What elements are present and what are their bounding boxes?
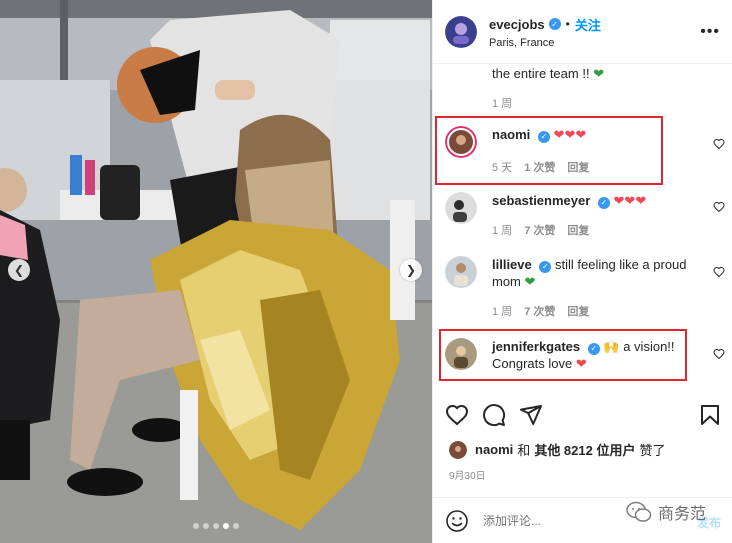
chevron-left-icon: ❮	[13, 263, 25, 277]
highlight-box	[439, 329, 687, 381]
more-icon[interactable]: •••	[700, 23, 720, 41]
liker-avatar[interactable]	[449, 440, 467, 459]
share-paper-plane-icon[interactable]	[519, 403, 543, 427]
carousel-dot	[203, 523, 209, 529]
comment-time: 1 周	[492, 306, 513, 318]
comment-item: sebastienmeyer ✓ ❤❤❤ 1 周 7 次赞 回复	[445, 192, 725, 242]
chevron-right-icon: ❯	[405, 263, 417, 277]
carousel-dot	[233, 523, 239, 529]
watermark-text: 商务范	[657, 506, 706, 523]
carousel-dot-active	[223, 523, 229, 529]
likes-summary: naomi 和 其他 8212 位用户 赞了	[449, 440, 665, 459]
watermark: 商务范	[626, 500, 706, 524]
comment-likes[interactable]: 7 次赞	[524, 303, 555, 319]
comment-text-content: the entire team !!	[492, 66, 590, 81]
author-username[interactable]: evecjobs	[489, 17, 545, 32]
wechat-logo-icon	[626, 501, 652, 522]
verified-badge-icon: ✓	[539, 260, 552, 273]
green-heart-icon: ❤	[593, 66, 605, 81]
reply-button[interactable]: 回复	[567, 303, 589, 319]
post-date[interactable]: 9月30日	[449, 467, 486, 482]
carousel-next-button[interactable]: ❯	[400, 259, 422, 281]
post-header: evecjobs ✓ • 关注 Paris, France •••	[433, 0, 732, 64]
likes-connector: 和	[517, 443, 531, 458]
save-bookmark-icon[interactable]	[699, 403, 721, 427]
comment-likes[interactable]: 7 次赞	[524, 222, 555, 238]
post-image	[0, 0, 432, 543]
comment-input[interactable]	[483, 513, 623, 528]
like-heart-icon[interactable]	[445, 403, 469, 427]
verified-badge-icon: ✓	[597, 196, 610, 209]
comment-item: lillieve ✓ still feeling like a proud mo…	[445, 256, 725, 319]
reply-button[interactable]: 回复	[567, 222, 589, 238]
follow-button[interactable]: 关注	[575, 15, 601, 34]
liker-username[interactable]: naomi	[475, 442, 513, 457]
green-heart-icon: ❤	[524, 274, 536, 289]
emoji-icon[interactable]	[445, 509, 469, 533]
highlight-box	[435, 116, 663, 185]
like-comment-heart-icon[interactable]	[713, 138, 725, 150]
commenter-username[interactable]: lillieve	[492, 257, 532, 272]
post-side-panel: evecjobs ✓ • 关注 Paris, France ••• the en…	[432, 0, 732, 543]
author-avatar[interactable]	[445, 15, 477, 48]
comment-bubble-icon[interactable]	[482, 403, 506, 427]
like-comment-heart-icon[interactable]	[713, 201, 725, 213]
post-location[interactable]: Paris, France	[489, 37, 700, 49]
carousel-dot	[213, 523, 219, 529]
like-comment-heart-icon[interactable]	[713, 266, 725, 278]
carousel-indicator	[0, 523, 432, 529]
comment-text: the entire team !! ❤	[492, 66, 604, 82]
commenter-username[interactable]: sebastienmeyer	[492, 193, 590, 208]
commenter-avatar[interactable]	[445, 256, 477, 288]
post-actions	[433, 395, 732, 435]
carousel-dot	[193, 523, 199, 529]
likes-suffix: 赞了	[639, 443, 666, 458]
carousel-prev-button[interactable]: ❮	[8, 259, 30, 281]
comment-time: 1 周	[492, 225, 513, 237]
like-comment-heart-icon[interactable]	[713, 348, 725, 360]
verified-badge-icon: ✓	[548, 18, 561, 30]
red-heart-icon: ❤❤❤	[613, 193, 647, 208]
comment-time: 1 周	[492, 98, 513, 110]
likes-others-count[interactable]: 其他 8212 位用户	[534, 440, 635, 459]
post-photo[interactable]: ❮ ❯	[0, 0, 432, 543]
commenter-avatar[interactable]	[445, 192, 477, 224]
header-bullet: •	[565, 17, 570, 31]
